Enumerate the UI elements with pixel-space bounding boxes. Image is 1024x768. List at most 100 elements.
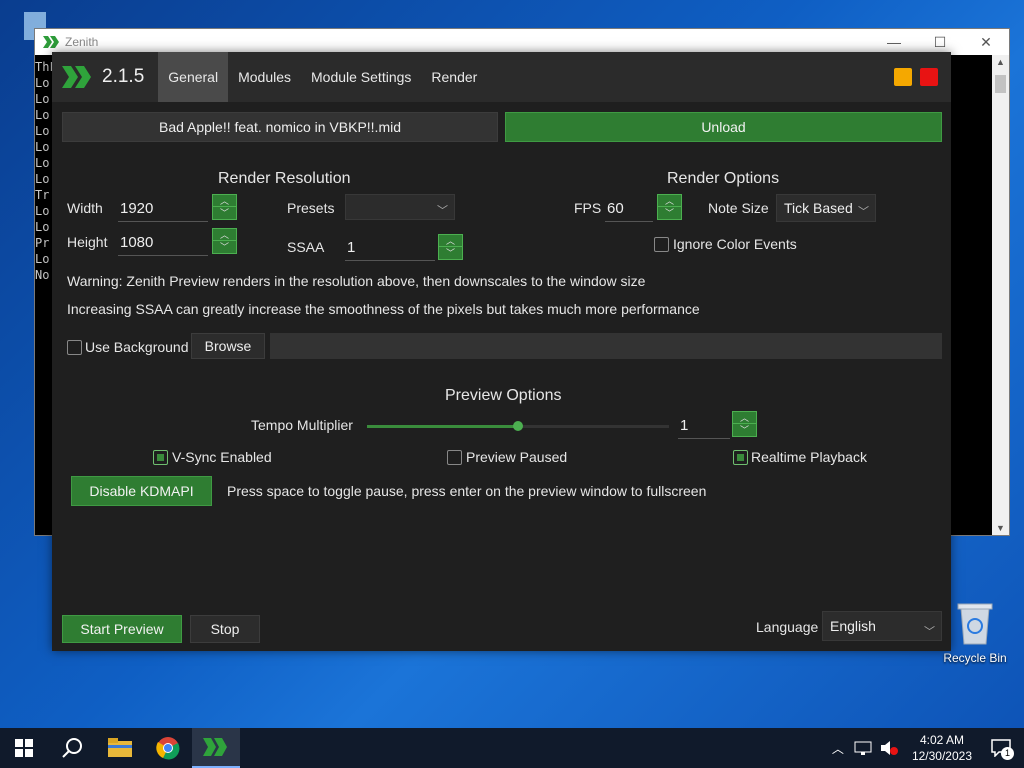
presets-label: Presets [287, 200, 335, 216]
use-background-checkbox[interactable] [67, 340, 82, 355]
preview-paused-checkbox[interactable] [447, 450, 462, 465]
chevron-down-icon[interactable]: ﹀ [439, 247, 462, 259]
volume-muted-icon[interactable] [880, 740, 898, 756]
width-input[interactable]: 1920 [118, 196, 208, 222]
chevron-down-icon[interactable]: ﹀ [213, 207, 236, 219]
zenith-window: 2.1.5 General Modules Module Settings Re… [52, 52, 951, 651]
chevron-down-icon: ﹀ [924, 626, 935, 638]
chevron-up-icon[interactable]: ︿ [439, 235, 462, 247]
tab-modules[interactable]: Modules [228, 52, 301, 102]
note-size-dropdown[interactable]: Tick Based ﹀ [776, 194, 876, 222]
start-preview-button[interactable]: Start Preview [62, 615, 182, 643]
clock-time: 4:02 AM [919, 733, 964, 747]
tempo-slider-thumb[interactable] [513, 421, 523, 431]
scroll-down-icon[interactable]: ▼ [996, 523, 1005, 533]
chevron-up-icon[interactable]: ︿ [213, 195, 236, 207]
note-size-label: Note Size [708, 200, 769, 216]
fps-stepper[interactable]: ︿ ﹀ [657, 194, 682, 220]
preview-paused-label[interactable]: Preview Paused [466, 449, 567, 465]
clock-date: 12/30/2023 [911, 749, 972, 763]
ssaa-info-text: Increasing SSAA can greatly increase the… [67, 301, 700, 317]
render-resolution-title: Render Resolution [218, 170, 351, 187]
vsync-checkbox[interactable] [153, 450, 168, 465]
minimize-button[interactable]: — [871, 34, 917, 51]
hint-text: Press space to toggle pause, press enter… [227, 483, 707, 499]
disable-kdmapi-button[interactable]: Disable KDMAPI [71, 476, 212, 506]
close-button[interactable]: ✕ [963, 34, 1009, 51]
fps-input[interactable]: 60 [605, 196, 653, 222]
width-label: Width [67, 200, 103, 216]
taskbar: ︿ 4:02 AM 12/30/2023 1 [0, 728, 1024, 768]
app-version: 2.1.5 [102, 66, 145, 87]
scroll-thumb[interactable] [995, 75, 1006, 93]
height-label: Height [67, 234, 108, 250]
ssaa-stepper[interactable]: ︿ ﹀ [438, 234, 463, 260]
tab-render[interactable]: Render [421, 52, 487, 102]
use-background-label[interactable]: Use Background [85, 339, 189, 355]
zenith-logo-icon [62, 66, 91, 88]
unload-button[interactable]: Unload [505, 112, 942, 142]
fps-label: FPS [574, 200, 602, 216]
midi-file-button[interactable]: Bad Apple!! feat. nomico in VBKP!!.mid [62, 112, 498, 142]
chevron-up-icon[interactable]: ︿ [733, 412, 756, 424]
language-value: English [830, 618, 876, 634]
system-tray: ︿ 4:02 AM 12/30/2023 1 [832, 728, 1024, 768]
preview-options-title: Preview Options [445, 387, 562, 404]
taskbar-chrome[interactable] [144, 728, 192, 768]
chevron-up-icon[interactable]: ︿ [832, 740, 844, 757]
console-scrollbar[interactable]: ▲ ▼ [992, 55, 1009, 535]
presets-dropdown[interactable]: ﹀ [345, 194, 455, 220]
chevron-down-icon: ﹀ [437, 205, 448, 217]
tempo-slider[interactable] [367, 421, 669, 431]
app-minimize-button[interactable] [894, 68, 912, 86]
zenith-logo-icon [203, 738, 227, 756]
folder-icon [108, 738, 132, 757]
realtime-playback-label[interactable]: Realtime Playback [751, 449, 867, 465]
tempo-slider-fill [367, 425, 518, 428]
app-close-button[interactable] [920, 68, 938, 86]
ssaa-input[interactable]: 1 [345, 235, 435, 261]
scroll-up-icon[interactable]: ▲ [996, 57, 1005, 67]
chevron-up-icon[interactable]: ︿ [658, 195, 681, 207]
search-icon [62, 738, 82, 758]
stop-button[interactable]: Stop [190, 615, 260, 643]
chevron-up-icon[interactable]: ︿ [213, 229, 236, 241]
language-label: Language [756, 619, 819, 635]
tempo-stepper[interactable]: ︿ ﹀ [732, 411, 757, 437]
start-button[interactable] [0, 728, 48, 768]
app-topbar: 2.1.5 General Modules Module Settings Re… [52, 52, 951, 102]
notification-badge: 1 [1001, 747, 1014, 760]
network-icon[interactable] [854, 741, 872, 755]
height-stepper[interactable]: ︿ ﹀ [212, 228, 237, 254]
taskbar-zenith[interactable] [192, 728, 240, 768]
console-title: Zenith [65, 35, 99, 49]
windows-logo-icon [15, 739, 33, 757]
maximize-button[interactable]: ☐ [917, 34, 963, 51]
note-size-value: Tick Based [784, 200, 853, 216]
chevron-down-icon[interactable]: ﹀ [213, 241, 236, 253]
tempo-input[interactable]: 1 [678, 413, 730, 439]
width-stepper[interactable]: ︿ ﹀ [212, 194, 237, 220]
chevron-down-icon[interactable]: ﹀ [658, 207, 681, 219]
taskbar-file-explorer[interactable] [96, 728, 144, 768]
background-path-field[interactable] [270, 333, 942, 359]
vsync-label[interactable]: V-Sync Enabled [172, 449, 272, 465]
render-options-title: Render Options [667, 170, 780, 187]
chevron-down-icon: ﹀ [858, 206, 869, 218]
chevron-down-icon[interactable]: ﹀ [733, 424, 756, 436]
clock[interactable]: 4:02 AM 12/30/2023 [912, 732, 972, 764]
language-dropdown[interactable]: English ﹀ [822, 611, 942, 641]
action-center-button[interactable]: 1 [986, 728, 1016, 768]
recycle-bin-icon [957, 603, 993, 645]
warning-text: Warning: Zenith Preview renders in the r… [67, 273, 646, 289]
tempo-multiplier-label: Tempo Multiplier [251, 417, 353, 433]
tab-module-settings[interactable]: Module Settings [301, 52, 421, 102]
realtime-playback-checkbox[interactable] [733, 450, 748, 465]
ignore-color-checkbox[interactable] [654, 237, 669, 252]
search-button[interactable] [48, 728, 96, 768]
tab-general[interactable]: General [158, 52, 229, 102]
ignore-color-label[interactable]: Ignore Color Events [673, 236, 797, 252]
ssaa-label: SSAA [287, 239, 325, 255]
browse-button[interactable]: Browse [191, 333, 265, 359]
height-input[interactable]: 1080 [118, 230, 208, 256]
